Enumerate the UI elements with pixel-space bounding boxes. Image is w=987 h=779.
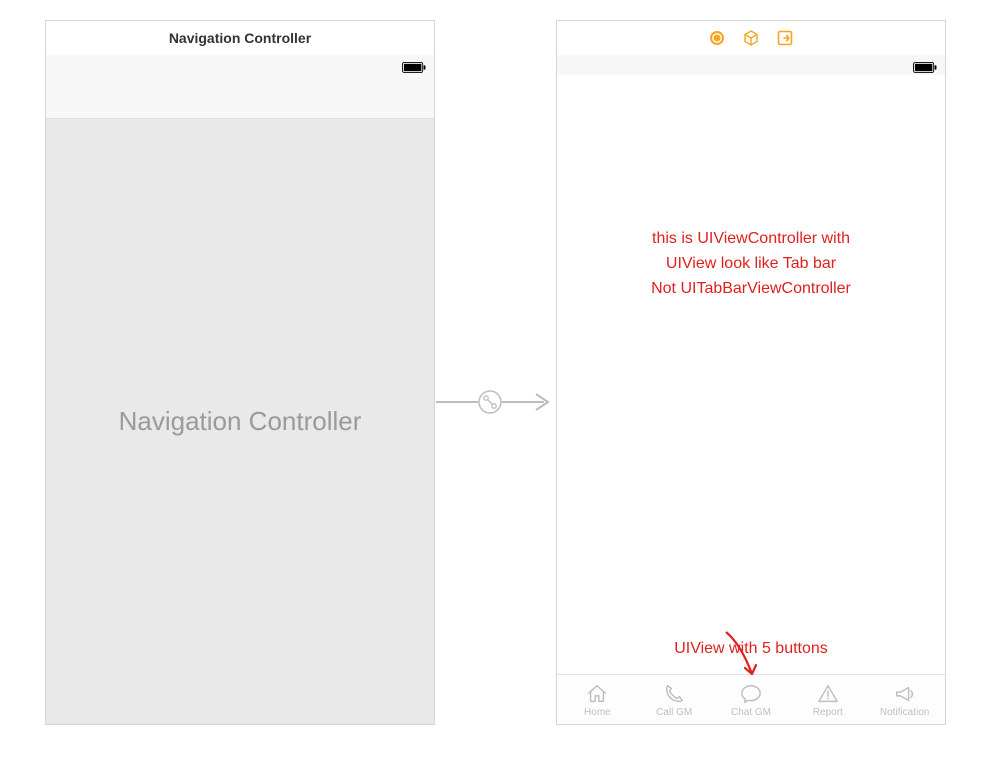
tab-label: Call GM: [656, 707, 692, 718]
tab-call-gm[interactable]: Call GM: [636, 683, 713, 718]
tab-report[interactable]: Report: [789, 683, 866, 718]
scene-title: Navigation Controller: [169, 30, 311, 46]
battery-icon: [402, 60, 426, 71]
annotation-line: Not UITabBarViewController: [557, 277, 945, 302]
phone-icon: [662, 683, 686, 705]
annotation-line: this is UIViewController with: [557, 227, 945, 252]
navigation-controller-placeholder-label: Navigation Controller: [119, 406, 362, 437]
scene-title-bar: Navigation Controller: [46, 21, 434, 55]
segue-arrow[interactable]: [436, 390, 556, 414]
battery-icon: [913, 60, 937, 71]
navigation-bar: [46, 75, 434, 119]
home-icon: [585, 683, 609, 705]
chat-icon: [739, 683, 763, 705]
tab-label: Notification: [880, 707, 929, 718]
logout-icon: [777, 30, 793, 46]
annotation-bottom: UIView with 5 buttons: [557, 640, 945, 658]
warning-icon: [816, 683, 840, 705]
tab-chat-gm[interactable]: Chat GM: [713, 683, 790, 718]
tab-notification[interactable]: Notification: [866, 683, 943, 718]
cube-icon: [743, 30, 759, 46]
status-bar: [557, 55, 945, 75]
navigation-controller-body: Navigation Controller: [46, 119, 434, 724]
tab-home[interactable]: Home: [559, 683, 636, 718]
annotation-line: UIView look like Tab bar: [557, 252, 945, 277]
tab-label: Chat GM: [731, 707, 771, 718]
megaphone-icon: [893, 683, 917, 705]
tab-label: Home: [584, 707, 611, 718]
navigation-controller-scene[interactable]: Navigation Controller Navigation Control…: [45, 20, 435, 725]
view-controller-body: this is UIViewController with UIView loo…: [557, 75, 945, 674]
storyboard-canvas: Navigation Controller Navigation Control…: [0, 0, 987, 779]
scene-title-bar: [557, 21, 945, 55]
coin-icon: [709, 30, 725, 46]
custom-tab-bar: Home Call GM Chat GM Report: [557, 674, 945, 724]
annotation-main: this is UIViewController with UIView loo…: [557, 227, 945, 301]
tab-label: Report: [813, 707, 843, 718]
view-controller-scene[interactable]: this is UIViewController with UIView loo…: [556, 20, 946, 725]
status-bar: [46, 55, 434, 75]
